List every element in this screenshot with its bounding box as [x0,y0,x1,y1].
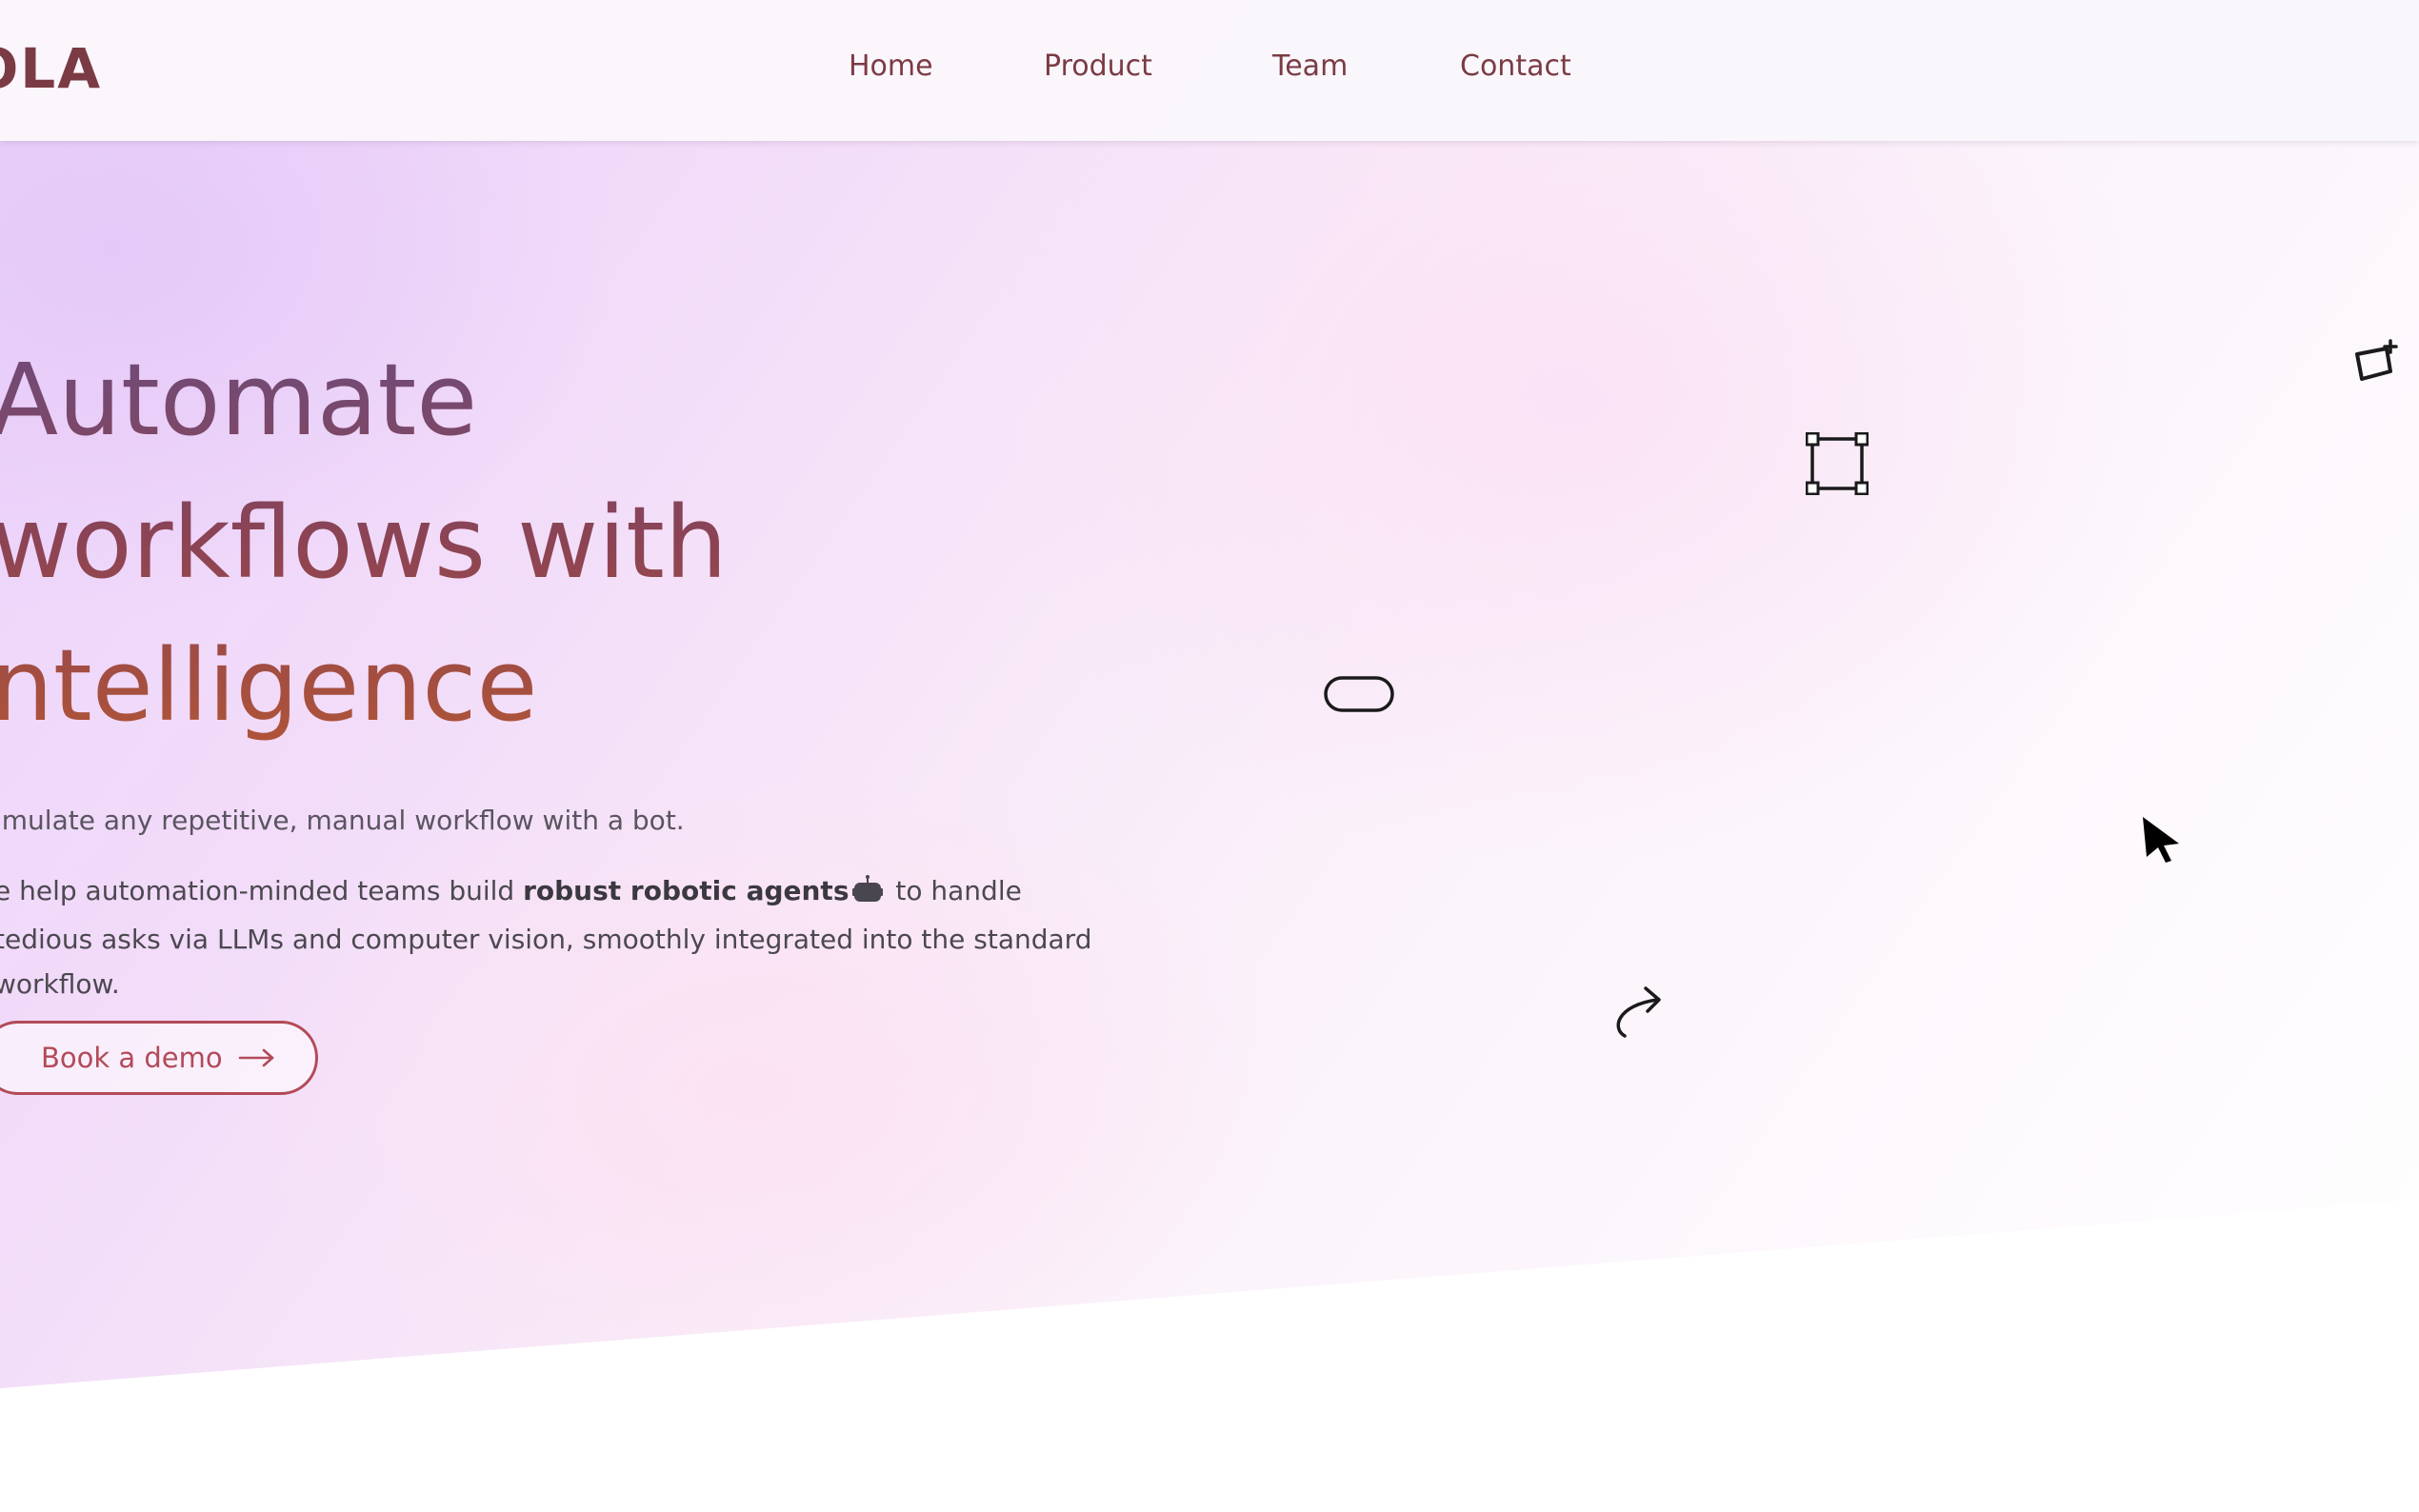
cursor-pointer-icon [2141,815,2183,869]
headline-line-3: ntelligence [0,627,538,744]
logo[interactable]: OLA [0,36,102,101]
nav-contact[interactable]: Contact [1460,50,1571,83]
pill-shape-icon [1323,675,1395,718]
site-header: OLA Home Product Team Contact [0,0,2419,141]
book-demo-button[interactable]: Book a demo [0,1021,318,1095]
hero-headline: Automate workflows with ntelligence [0,328,728,757]
frame-select-icon [1805,431,1869,500]
nav-team[interactable]: Team [1272,50,1348,83]
sparkle-tag-icon [2352,339,2400,391]
hero-subtitle: imulate any repetitive, manual workflow … [0,805,685,836]
robot-icon [852,872,884,917]
redo-curve-arrow-icon [1611,983,1667,1046]
headline-line-2: workflows with [0,485,728,601]
nav-product[interactable]: Product [1044,50,1152,83]
hero-description: e help automation-minded teams build rob… [0,868,1118,1006]
description-text-start: e help automation-minded teams build [0,875,524,906]
nav-home[interactable]: Home [849,50,933,83]
arrow-right-icon [238,1047,276,1068]
book-demo-label: Book a demo [41,1042,223,1074]
description-bold: robust robotic agents [523,875,850,906]
landing-page: OLA Home Product Team Contact Automate w… [0,0,2419,1512]
headline-line-1: Automate [0,342,478,458]
